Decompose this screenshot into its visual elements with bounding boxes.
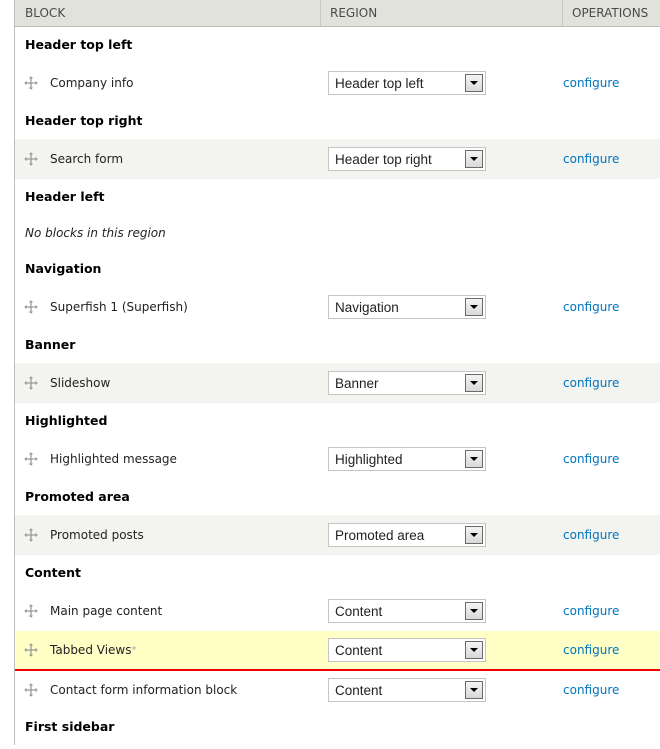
table-row: Search form Header top right configure: [15, 139, 660, 179]
region-select-value: Content: [335, 642, 383, 658]
region-select[interactable]: Content: [328, 599, 486, 623]
region-select[interactable]: Content: [328, 678, 486, 702]
region-title-header-top-right: Header top right: [25, 113, 143, 128]
region-title-header-left: Header left: [25, 189, 105, 204]
dropdown-arrow-icon[interactable]: [465, 602, 483, 620]
block-name: Superfish 1 (Superfish): [50, 300, 188, 314]
configure-link[interactable]: configure: [563, 683, 619, 697]
dropdown-arrow-icon[interactable]: [465, 681, 483, 699]
block-name: Promoted posts: [50, 528, 144, 542]
region-title-header-top-left: Header top left: [25, 37, 133, 52]
configure-link[interactable]: configure: [563, 643, 619, 657]
configure-link[interactable]: configure: [563, 152, 619, 166]
dropdown-arrow-icon[interactable]: [465, 526, 483, 544]
region-select[interactable]: Banner: [328, 371, 486, 395]
drag-handle-icon[interactable]: [24, 643, 38, 657]
region-select-value: Header top right: [335, 151, 432, 167]
table-row: Highlighted message Highlighted configur…: [15, 439, 660, 479]
region-select-value: Highlighted: [335, 451, 403, 467]
table-row-dragging[interactable]: Tabbed Views * Content configure: [15, 631, 660, 671]
region-select-value: Content: [335, 682, 383, 698]
drag-handle-icon[interactable]: [24, 300, 38, 314]
region-select-value: Banner: [335, 375, 379, 391]
region-title-promoted-area: Promoted area: [25, 489, 130, 504]
column-header-block: BLOCK: [25, 6, 66, 20]
drag-handle-icon[interactable]: [24, 528, 38, 542]
table-row: Slideshow Banner configure: [15, 363, 660, 403]
region-title-content: Content: [25, 565, 81, 580]
dropdown-arrow-icon[interactable]: [465, 74, 483, 92]
configure-link[interactable]: configure: [563, 300, 619, 314]
table-row: Promoted posts Promoted area configure: [15, 515, 660, 555]
region-select[interactable]: Navigation: [328, 295, 486, 319]
drag-handle-icon[interactable]: [24, 683, 38, 697]
region-title-navigation: Navigation: [25, 261, 102, 276]
block-name: Contact form information block: [50, 683, 238, 697]
table-header: BLOCK REGION OPERATIONS: [15, 0, 660, 27]
configure-link[interactable]: configure: [563, 528, 619, 542]
drag-handle-icon[interactable]: [24, 76, 38, 90]
table-row: Superfish 1 (Superfish) Navigation confi…: [15, 287, 660, 327]
drag-handle-icon[interactable]: [24, 376, 38, 390]
column-header-region: REGION: [320, 0, 562, 26]
dropdown-arrow-icon[interactable]: [465, 374, 483, 392]
configure-link[interactable]: configure: [563, 76, 619, 90]
dropdown-arrow-icon[interactable]: [465, 150, 483, 168]
table-row: Company info Header top left configure: [15, 63, 660, 103]
region-select-value: Header top left: [335, 75, 424, 91]
block-layout-table: BLOCK REGION OPERATIONS Header top left …: [14, 0, 660, 745]
drag-handle-icon[interactable]: [24, 604, 38, 618]
empty-region-message: No blocks in this region: [25, 226, 166, 240]
block-name: Company info: [50, 76, 134, 90]
drag-handle-icon[interactable]: [24, 152, 38, 166]
block-name: Highlighted message: [50, 452, 177, 466]
block-name: Slideshow: [50, 376, 111, 390]
table-row: Contact form information block Content c…: [15, 671, 660, 709]
region-title-highlighted: Highlighted: [25, 413, 108, 428]
changed-marker: *: [131, 644, 137, 656]
block-name: Search form: [50, 152, 124, 166]
dropdown-arrow-icon[interactable]: [465, 298, 483, 316]
region-title-banner: Banner: [25, 337, 76, 352]
dropdown-arrow-icon[interactable]: [465, 450, 483, 468]
region-select[interactable]: Content: [328, 638, 486, 662]
configure-link[interactable]: configure: [563, 604, 619, 618]
region-select[interactable]: Header top left: [328, 71, 486, 95]
region-title-first-sidebar: First sidebar: [25, 719, 115, 734]
region-select[interactable]: Highlighted: [328, 447, 486, 471]
configure-link[interactable]: configure: [563, 452, 619, 466]
configure-link[interactable]: configure: [563, 376, 619, 390]
region-select[interactable]: Promoted area: [328, 523, 486, 547]
region-select-value: Promoted area: [335, 527, 425, 543]
block-name: Tabbed Views: [50, 643, 132, 657]
block-name: Main page content: [50, 604, 163, 618]
region-select-value: Content: [335, 603, 383, 619]
dropdown-arrow-icon[interactable]: [465, 641, 483, 659]
drag-handle-icon[interactable]: [24, 452, 38, 466]
table-row: Main page content Content configure: [15, 591, 660, 631]
region-select-value: Navigation: [335, 299, 399, 315]
column-header-operations: OPERATIONS: [562, 0, 660, 26]
region-select[interactable]: Header top right: [328, 147, 486, 171]
